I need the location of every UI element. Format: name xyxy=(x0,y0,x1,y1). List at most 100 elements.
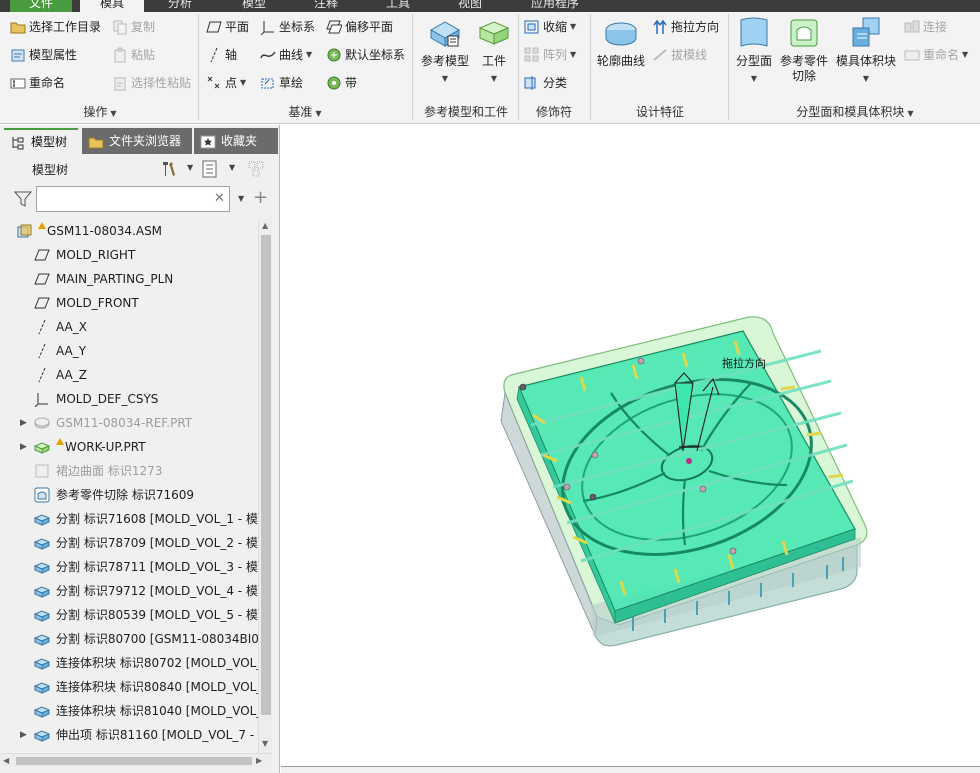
scroll-right-icon[interactable]: ▶ xyxy=(256,756,262,765)
rename-volume-button[interactable]: 重命名 ▼ xyxy=(904,44,968,66)
mold-3d-model[interactable]: 拖拉方向 xyxy=(281,125,980,766)
tree-item[interactable]: ▶ WORK-UP.PRT xyxy=(0,435,258,459)
split-icon xyxy=(33,511,51,527)
tab-folder-browser[interactable]: 文件夹浏览器 xyxy=(82,128,192,154)
tab-favorites[interactable]: 收藏夹 xyxy=(194,128,278,154)
default-csys-button[interactable]: 默认坐标系 xyxy=(326,44,405,66)
tab-model[interactable]: 模型 xyxy=(230,0,278,12)
tab-mold[interactable]: 模具 xyxy=(80,0,144,12)
tab-model-tree[interactable]: 模型树 xyxy=(4,128,78,154)
sketch-icon xyxy=(260,75,276,91)
reference-part-cutout-icon xyxy=(787,16,821,50)
tree-item[interactable]: MOLD_DEF_CSYS xyxy=(0,387,258,411)
tree-item[interactable]: 分割 标识80539 [MOLD_VOL_5 - 模具 xyxy=(0,603,258,627)
paste-button[interactable]: 粘贴 xyxy=(112,44,155,66)
mold-volume-button[interactable]: 模具体积块 ▼ xyxy=(834,16,898,86)
tab-analysis[interactable]: 分析 xyxy=(156,0,204,12)
tree-vertical-scrollbar[interactable]: ▲ ▼ xyxy=(258,219,272,753)
tree-item[interactable]: AA_Y xyxy=(0,339,258,363)
group-title-operations[interactable]: 操作 ▼ xyxy=(40,104,160,120)
join-volume-icon xyxy=(33,703,51,719)
ribbon-feature-button[interactable]: 带 xyxy=(326,72,357,94)
tree-item[interactable]: 分割 标识79712 [MOLD_VOL_4 - 模具 xyxy=(0,579,258,603)
draft-direction-button[interactable]: 拖拉方向 xyxy=(652,16,719,38)
select-working-dir-button[interactable]: 选择工作目录 xyxy=(10,16,101,38)
tab-applications[interactable]: 应用程序 xyxy=(522,0,588,12)
draft-line-button[interactable]: 拔模线 xyxy=(652,44,707,66)
expand-arrow-icon[interactable]: ▶ xyxy=(20,723,27,747)
tree-item[interactable]: 裙边曲面 标识1273 xyxy=(0,459,258,483)
tree-horizontal-scrollbar[interactable]: ◀ ▶ xyxy=(0,753,272,767)
scroll-left-icon[interactable]: ◀ xyxy=(3,756,9,765)
plane-icon xyxy=(206,19,222,35)
tree-columns-icon[interactable] xyxy=(248,160,268,181)
tree-item[interactable]: 分割 标识78711 [MOLD_VOL_3 - 模具 xyxy=(0,555,258,579)
reference-part-cutout-button[interactable]: 参考零件 切除 xyxy=(778,16,830,84)
scroll-up-icon[interactable]: ▲ xyxy=(262,221,268,230)
tab-annotate[interactable]: 注释 xyxy=(302,0,350,12)
reference-model-button[interactable]: 参考模型 ▼ xyxy=(420,16,470,86)
tree-item-label: 分割 标识80539 [MOLD_VOL_5 - 模具 xyxy=(56,608,258,622)
csys-button[interactable]: 坐标系 xyxy=(260,16,315,38)
tree-item-label: 伸出项 标识81160 [MOLD_VOL_7 - 模 xyxy=(56,728,258,742)
filter-funnel-icon[interactable] xyxy=(13,190,33,211)
ribbon-separator xyxy=(412,14,413,120)
offset-plane-button[interactable]: 偏移平面 xyxy=(326,16,393,38)
scroll-down-icon[interactable]: ▼ xyxy=(262,739,268,748)
tab-file[interactable]: 文件 xyxy=(10,0,72,12)
rename-button[interactable]: 重命名 xyxy=(10,72,65,94)
tree-horizontal-scroll-thumb[interactable] xyxy=(16,757,252,765)
tree-settings-icon[interactable] xyxy=(160,160,178,181)
assembly-icon xyxy=(16,223,32,239)
tree-item[interactable]: ▶ GSM11-08034-REF.PRT xyxy=(0,411,258,435)
connect-button[interactable]: 连接 xyxy=(904,16,947,38)
tree-display-dropdown[interactable]: ▼ xyxy=(229,163,235,172)
group-title-datum[interactable]: 基准 ▼ xyxy=(250,104,360,120)
shrink-button[interactable]: 收缩 ▼ xyxy=(524,16,576,38)
add-filter-icon[interactable]: + xyxy=(253,187,268,208)
datum-point-button[interactable]: 点 ▼ xyxy=(206,72,246,94)
model-tree-header: 模型树 ▼ ▼ xyxy=(0,156,280,182)
datum-axis-button[interactable]: 轴 xyxy=(206,44,237,66)
split-icon xyxy=(33,583,51,599)
tree-item[interactable]: AA_X xyxy=(0,315,258,339)
tree-item[interactable]: ▶ 伸出项 标识81160 [MOLD_VOL_7 - 模 xyxy=(0,723,258,747)
tree-item[interactable]: MAIN_PARTING_PLN xyxy=(0,267,258,291)
group-title-parting[interactable]: 分型面和模具体积块 ▼ xyxy=(770,104,940,120)
tree-item[interactable]: MOLD_RIGHT xyxy=(0,243,258,267)
copy-button[interactable]: 复制 xyxy=(112,16,155,38)
parting-surface-button[interactable]: 分型面 ▼ xyxy=(734,16,774,86)
datum-curve-button[interactable]: 曲线 ▼ xyxy=(260,44,312,66)
expand-arrow-icon[interactable]: ▶ xyxy=(20,411,27,435)
tree-item[interactable]: 连接体积块 标识80702 [MOLD_VOL_ xyxy=(0,651,258,675)
workpiece-button[interactable]: 工件 ▼ xyxy=(476,16,512,86)
axis-icon xyxy=(206,47,222,63)
pattern-button[interactable]: 阵列 ▼ xyxy=(524,44,576,66)
tree-vertical-scroll-thumb[interactable] xyxy=(261,235,271,715)
tree-item[interactable]: 分割 标识71608 [MOLD_VOL_1 - 模具 xyxy=(0,507,258,531)
tree-display-icon[interactable] xyxy=(202,160,218,181)
tree-item[interactable]: 分割 标识78709 [MOLD_VOL_2 - 模具 xyxy=(0,531,258,555)
tree-item[interactable]: MOLD_FRONT xyxy=(0,291,258,315)
datum-plane-button[interactable]: 平面 xyxy=(206,16,249,38)
tree-item[interactable]: GSM11-08034.ASM xyxy=(0,219,258,243)
model-properties-button[interactable]: 模型属性 xyxy=(10,44,77,66)
graphics-viewport[interactable]: 拖拉方向 xyxy=(281,125,980,773)
tree-item[interactable]: 连接体积块 标识81040 [MOLD_VOL_ xyxy=(0,699,258,723)
tab-view[interactable]: 视图 xyxy=(446,0,494,12)
sketch-button[interactable]: 草绘 xyxy=(260,72,303,94)
tree-item[interactable]: 参考零件切除 标识71609 xyxy=(0,483,258,507)
clear-search-icon[interactable]: ✕ xyxy=(214,191,225,206)
tree-settings-dropdown[interactable]: ▼ xyxy=(187,163,193,172)
classify-button[interactable]: 分类 xyxy=(524,72,567,94)
silhouette-curve-button[interactable]: 轮廓曲线 xyxy=(596,16,646,69)
expand-arrow-icon[interactable]: ▶ xyxy=(20,435,27,459)
model-tree-title: 模型树 xyxy=(32,163,69,177)
search-options-dropdown[interactable]: ▼ xyxy=(238,194,244,203)
tab-tools[interactable]: 工具 xyxy=(374,0,422,12)
tree-item[interactable]: 连接体积块 标识80840 [MOLD_VOL_ xyxy=(0,675,258,699)
tree-item[interactable]: AA_Z xyxy=(0,363,258,387)
paste-special-button[interactable]: 选择性粘贴 xyxy=(112,72,191,94)
tree-search-input[interactable] xyxy=(36,186,230,212)
tree-item[interactable]: 分割 标识80700 [GSM11-08034BI00 xyxy=(0,627,258,651)
